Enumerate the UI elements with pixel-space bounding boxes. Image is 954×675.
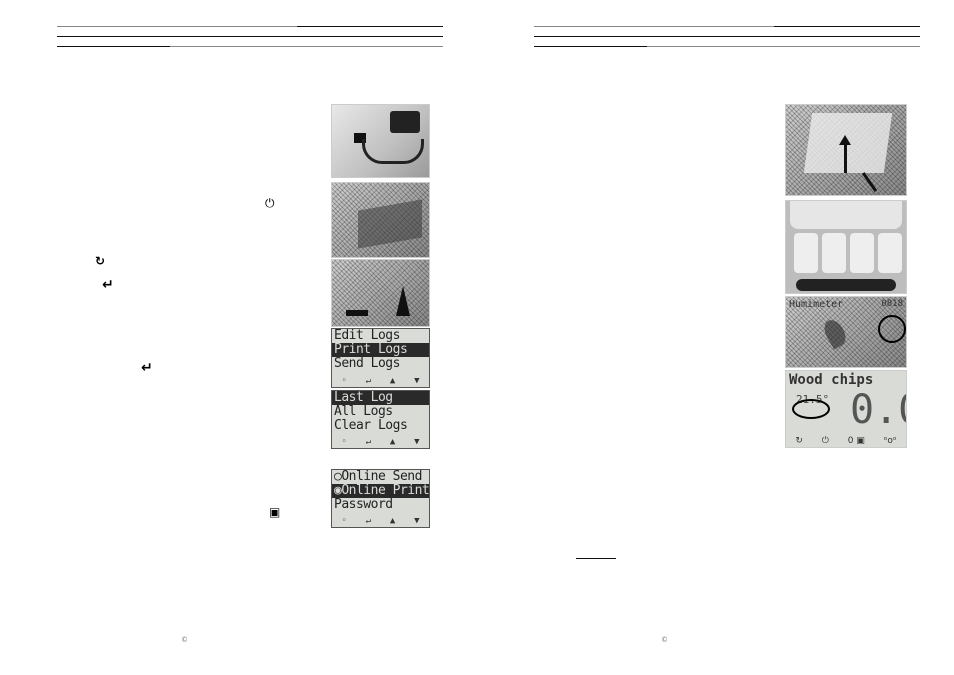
lcd-menu-item-selected: Print Logs	[332, 343, 429, 357]
power-icon: ⏻	[821, 436, 829, 446]
header-rule	[57, 26, 297, 27]
left-page: Edit Logs Print Logs Send Logs ◦ ↵ ▲ ▼ L…	[0, 0, 477, 675]
softkey-down-icon: ▼	[414, 376, 420, 386]
lcd-menu-item: All Logs	[334, 404, 393, 419]
lcd-softkeys: ◦ ↵ ▲ ▼	[332, 376, 429, 387]
highlight-circle	[792, 399, 830, 419]
lcd-menu-item: Send Logs	[334, 356, 400, 371]
header-rule	[57, 46, 170, 47]
underline-rule	[576, 558, 616, 559]
lcd-wood-chips-screen: Wood chips 21.5° 0.0 ↻ ⏻ 0 ▣ ᵒoᵒ	[785, 370, 907, 448]
header-rule	[170, 46, 443, 47]
lcd-menu-item: Clear Logs	[334, 418, 408, 433]
copyright-mark: ©	[181, 636, 188, 644]
softkey-up-icon: ▲	[389, 516, 396, 526]
photo-device-closeup	[331, 182, 430, 258]
lcd-softkeys: ◦ ↵ ▲ ▼	[332, 437, 429, 448]
droplet-icon	[820, 316, 850, 350]
arrow-up-icon	[844, 143, 847, 173]
lcd-online-menu: ○Online Send ◉Online Print Password ◦ ↵ …	[331, 469, 430, 528]
softkey-back-icon: ◦	[341, 376, 347, 386]
lcd-menu-item-selected: ◉Online Print	[332, 483, 430, 498]
photo-battery-compartment	[785, 200, 907, 294]
header-rule	[534, 46, 647, 47]
header-rule	[57, 36, 443, 37]
softkey-up-icon: ▲	[389, 437, 396, 447]
photo-usb-adapter	[331, 104, 430, 178]
softkey-up-icon: ▲	[389, 376, 396, 386]
power-icon: ⏻	[265, 196, 275, 210]
enter-icon: ↵	[141, 360, 153, 376]
copyright-mark: ©	[661, 636, 668, 644]
lcd-status-bar: ↻ ⏻ 0 ▣ ᵒoᵒ	[786, 436, 906, 446]
photo-battery-cover-open	[785, 104, 907, 196]
lcd-print-logs-menu: Last Log All Logs Clear Logs ◦ ↵ ▲ ▼	[331, 390, 430, 449]
softkey-down-icon: ▼	[414, 516, 420, 526]
softkey-down-icon: ▼	[414, 437, 420, 447]
softkey-enter-icon: ↵	[365, 516, 372, 526]
lcd-menu-item: ○Online Send	[334, 469, 422, 484]
lcd-title: Humimeter	[789, 299, 844, 310]
header-rule	[534, 36, 920, 37]
lcd-softkeys: ◦ ↵ ▲ ▼	[332, 516, 429, 527]
arrow-down-right-icon	[861, 172, 878, 192]
header-rule	[534, 26, 774, 27]
photo-device-printer	[331, 259, 430, 327]
lcd-counter: 0818	[881, 299, 903, 309]
right-page: Humimeter 0818 Wood chips 21.5° 0.0 ↻ ⏻ …	[477, 0, 954, 675]
rotate-icon: ↻	[795, 436, 803, 446]
lcd-material: Wood chips	[789, 372, 874, 388]
save-icon: 0 ▣	[847, 436, 865, 446]
softkey-back-icon: ◦	[341, 437, 347, 447]
lcd-menu-item: Edit Logs	[334, 328, 400, 343]
save-icon: ▣	[269, 505, 281, 519]
lcd-menu-item: Password	[334, 497, 393, 512]
softkey-back-icon: ◦	[341, 516, 347, 526]
softkey-enter-icon: ↵	[365, 437, 372, 447]
lcd-reading: 0.0	[850, 387, 906, 433]
header-rule	[647, 46, 920, 47]
lcd-logs-menu: Edit Logs Print Logs Send Logs ◦ ↵ ▲ ▼	[331, 328, 430, 388]
lcd-menu-item-selected: Last Log	[332, 391, 429, 405]
lcd-humimeter-screen: Humimeter 0818	[785, 296, 907, 368]
enter-icon: ↵	[102, 277, 114, 293]
header-rule	[774, 26, 920, 27]
softkey-enter-icon: ↵	[365, 376, 372, 386]
header-rule	[297, 26, 443, 27]
rotate-icon: ↻	[95, 254, 106, 268]
highlight-circle	[878, 315, 906, 343]
glasses-icon: ᵒoᵒ	[883, 436, 897, 446]
